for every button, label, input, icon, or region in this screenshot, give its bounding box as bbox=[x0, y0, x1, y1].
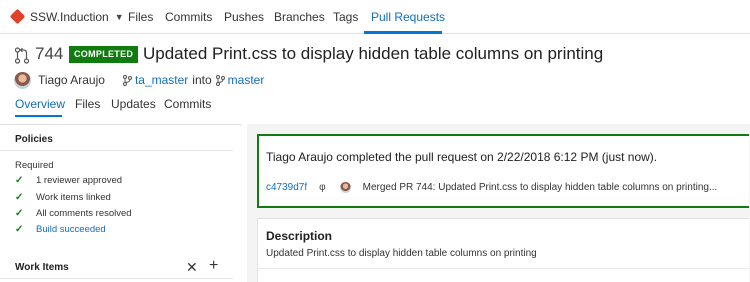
source-branch-link[interactable]: ta_master bbox=[135, 73, 188, 87]
nav-active-indicator bbox=[364, 31, 442, 34]
nav-pull-requests[interactable]: Pull Requests bbox=[371, 10, 445, 24]
avatar bbox=[14, 71, 31, 89]
tab-updates[interactable]: Updates bbox=[111, 97, 156, 111]
nav-commits[interactable]: Commits bbox=[165, 10, 212, 24]
author-name[interactable]: Tiago Araujo bbox=[38, 73, 105, 87]
left-panel bbox=[0, 124, 242, 282]
pull-request-icon bbox=[14, 47, 30, 64]
completion-card bbox=[257, 134, 749, 208]
description-heading: Description bbox=[266, 229, 333, 243]
divider bbox=[0, 150, 233, 151]
target-branch-link[interactable]: master bbox=[228, 73, 265, 87]
merge-commit-row: c4739d7f φ Merged PR 744: Updated Print.… bbox=[266, 181, 717, 194]
commit-icon: φ bbox=[319, 182, 326, 193]
pr-title: Updated Print.css to display hidden tabl… bbox=[143, 44, 604, 63]
avatar bbox=[339, 182, 351, 193]
policy-item: ✓ Build succeeded bbox=[15, 223, 106, 235]
repo-logo-icon bbox=[9, 8, 26, 24]
tab-active-indicator bbox=[15, 115, 62, 117]
commit-id-link[interactable]: c4739d7f bbox=[266, 182, 307, 193]
nav-tags[interactable]: Tags bbox=[333, 10, 358, 24]
chevron-down-icon: ▼ bbox=[114, 12, 124, 22]
close-icon[interactable]: ✕ bbox=[186, 259, 198, 276]
required-label: Required bbox=[15, 160, 54, 171]
tab-overview[interactable]: Overview bbox=[15, 97, 65, 111]
repo-name: SSW.Induction bbox=[30, 10, 109, 24]
policy-label: Work items linked bbox=[36, 191, 111, 203]
policies-heading: Policies bbox=[15, 134, 53, 145]
policy-item: ✓ All comments resolved bbox=[15, 207, 132, 219]
commit-message: Merged PR 744: Updated Print.css to disp… bbox=[362, 182, 718, 193]
check-icon: ✓ bbox=[15, 223, 24, 235]
check-icon: ✓ bbox=[15, 191, 24, 203]
pr-id: 744 bbox=[35, 44, 64, 63]
status-badge: COMPLETED bbox=[69, 46, 139, 63]
check-icon: ✓ bbox=[15, 174, 24, 186]
nav-pushes[interactable]: Pushes bbox=[224, 10, 264, 24]
top-nav: SSW.Induction ▼ Files Commits Pushes Bra… bbox=[0, 0, 750, 34]
build-succeeded-link[interactable]: Build succeeded bbox=[36, 224, 106, 235]
tab-files[interactable]: Files bbox=[75, 97, 100, 111]
branch-icon bbox=[215, 74, 225, 86]
branch-icon bbox=[122, 74, 132, 86]
nav-branches[interactable]: Branches bbox=[274, 10, 325, 24]
nav-files[interactable]: Files bbox=[128, 10, 153, 24]
divider bbox=[257, 268, 749, 269]
into-label: into bbox=[192, 73, 212, 87]
work-items-heading: Work Items bbox=[15, 262, 69, 273]
description-text: Updated Print.css to display hidden tabl… bbox=[266, 248, 537, 259]
policy-item: ✓ 1 reviewer approved bbox=[15, 174, 122, 186]
repo-selector[interactable]: SSW.Induction ▼ bbox=[9, 8, 124, 24]
add-icon[interactable]: + bbox=[209, 257, 218, 275]
divider bbox=[0, 278, 233, 279]
tab-commits[interactable]: Commits bbox=[164, 97, 211, 111]
pr-author-row: Tiago Araujo ta_master into master bbox=[14, 71, 264, 89]
policy-item: ✓ Work items linked bbox=[15, 191, 111, 203]
completion-message: Tiago Araujo completed the pull request … bbox=[266, 150, 658, 164]
policy-label: 1 reviewer approved bbox=[36, 174, 123, 186]
check-icon: ✓ bbox=[15, 207, 24, 219]
policy-label: All comments resolved bbox=[36, 207, 132, 219]
